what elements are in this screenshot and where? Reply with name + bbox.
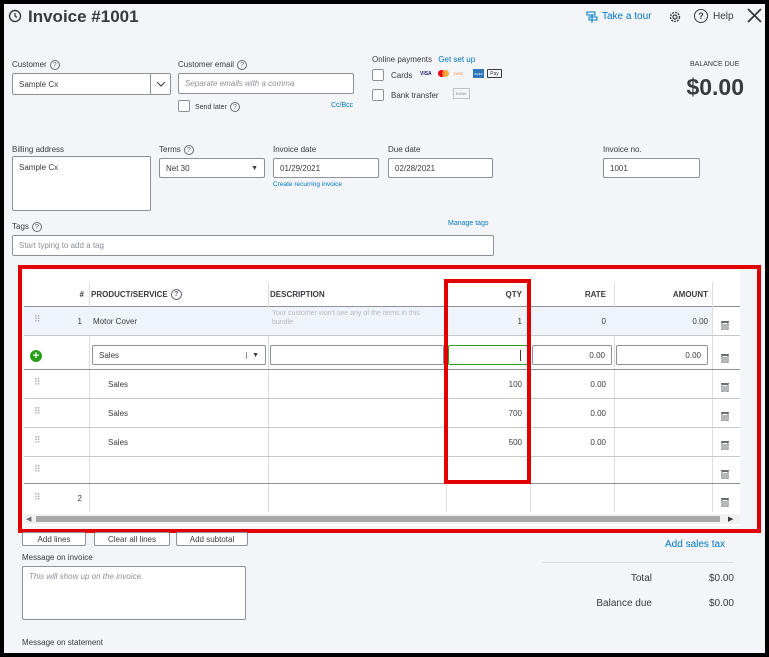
add-sales-tax-link[interactable]: Add sales tax — [665, 539, 725, 550]
page-title: Invoice #1001 — [28, 7, 139, 26]
apple-pay-icon: Pay — [487, 69, 502, 78]
customer-email-input[interactable]: Separate emails with a comma — [178, 73, 354, 94]
customer-email-label: Customer email? — [178, 60, 248, 70]
caret-down-icon: ▼ — [251, 164, 258, 172]
balance-due-value: $0.00 — [686, 74, 744, 100]
tags-label: Tags? — [12, 222, 42, 232]
terms-select[interactable]: Net 30 ▼ — [159, 158, 265, 178]
bank-icon: BANK — [453, 88, 470, 99]
table-highlight-box — [18, 265, 761, 533]
message-invoice-label: Message on invoice — [22, 553, 93, 562]
amex-icon: AMEX — [473, 69, 484, 78]
manage-tags-link[interactable]: Manage tags — [448, 220, 488, 227]
bank-transfer-checkbox[interactable] — [372, 89, 384, 101]
qty-column-highlight-box — [444, 279, 531, 484]
invoice-page: Invoice #1001 Take a tour ? Help Custome… — [4, 4, 765, 653]
help-icon[interactable]: ? — [237, 60, 248, 70]
signpost-icon — [586, 10, 598, 23]
send-later-label: Send later? — [195, 102, 240, 112]
balance-due-total-label: Balance due — [596, 598, 652, 609]
invoice-no-input[interactable]: 1001 — [603, 158, 700, 178]
help-icon[interactable]: ? — [229, 102, 240, 112]
add-subtotal-button[interactable]: Add subtotal — [176, 532, 248, 546]
billing-address-input[interactable]: Sample Cx — [12, 156, 151, 211]
help-label: Help — [713, 10, 734, 22]
billing-address-label: Billing address — [12, 145, 65, 154]
cc-bcc-link[interactable]: Cc/Bcc — [331, 102, 353, 109]
help-icon[interactable]: ? — [31, 222, 42, 232]
gear-icon[interactable] — [668, 10, 682, 24]
help-icon[interactable]: ? — [183, 145, 194, 155]
total-value: $0.00 — [708, 573, 734, 584]
balance-due-total-value: $0.00 — [708, 598, 734, 609]
mastercard-icon: MC — [437, 69, 451, 78]
invoice-date-label: Invoice date — [273, 145, 317, 154]
take-tour-label: Take a tour — [602, 10, 652, 22]
online-payments-label: Online payments Get set up — [372, 55, 476, 64]
due-date-label: Due date — [388, 145, 421, 154]
divider — [542, 562, 734, 563]
take-tour-link[interactable]: Take a tour — [586, 10, 652, 23]
get-set-up-link[interactable]: Get set up — [438, 55, 475, 64]
send-later-checkbox[interactable] — [178, 100, 190, 112]
help-icon[interactable]: ? — [49, 60, 60, 70]
bank-transfer-label: Bank transfer — [391, 91, 439, 100]
question-icon: ? — [694, 9, 708, 23]
invoice-date-input[interactable]: 01/29/2021 — [273, 158, 379, 178]
chevron-down-icon — [150, 74, 170, 94]
customer-select[interactable]: Sample Cx — [12, 73, 171, 95]
card-brand-icons: VISA MC DISC AMEX Pay — [420, 69, 502, 78]
create-recurring-link[interactable]: Create recurring invoice — [273, 181, 342, 188]
tags-input[interactable]: Start typing to add a tag — [12, 235, 494, 256]
cards-checkbox[interactable] — [372, 69, 384, 81]
invoice-no-label: Invoice no. — [603, 145, 642, 154]
due-date-input[interactable]: 02/28/2021 — [388, 158, 493, 178]
close-icon[interactable] — [747, 8, 762, 23]
help-button[interactable]: ? Help — [694, 9, 734, 23]
visa-icon: VISA — [420, 70, 432, 77]
terms-label: Terms? — [159, 145, 194, 155]
customer-label: Customer? — [12, 60, 60, 70]
clear-all-lines-button[interactable]: Clear all lines — [94, 532, 170, 546]
add-lines-button[interactable]: Add lines — [22, 532, 86, 546]
total-label: Total — [630, 573, 652, 584]
balance-due-label: BALANCE DUE — [690, 61, 740, 68]
cards-label: Cards — [391, 71, 413, 80]
discover-icon: DISC — [454, 71, 464, 76]
history-icon[interactable] — [8, 9, 22, 23]
message-invoice-textarea[interactable]: This will show up on the invoice. — [22, 566, 246, 620]
message-statement-label: Message on statement — [22, 638, 103, 647]
